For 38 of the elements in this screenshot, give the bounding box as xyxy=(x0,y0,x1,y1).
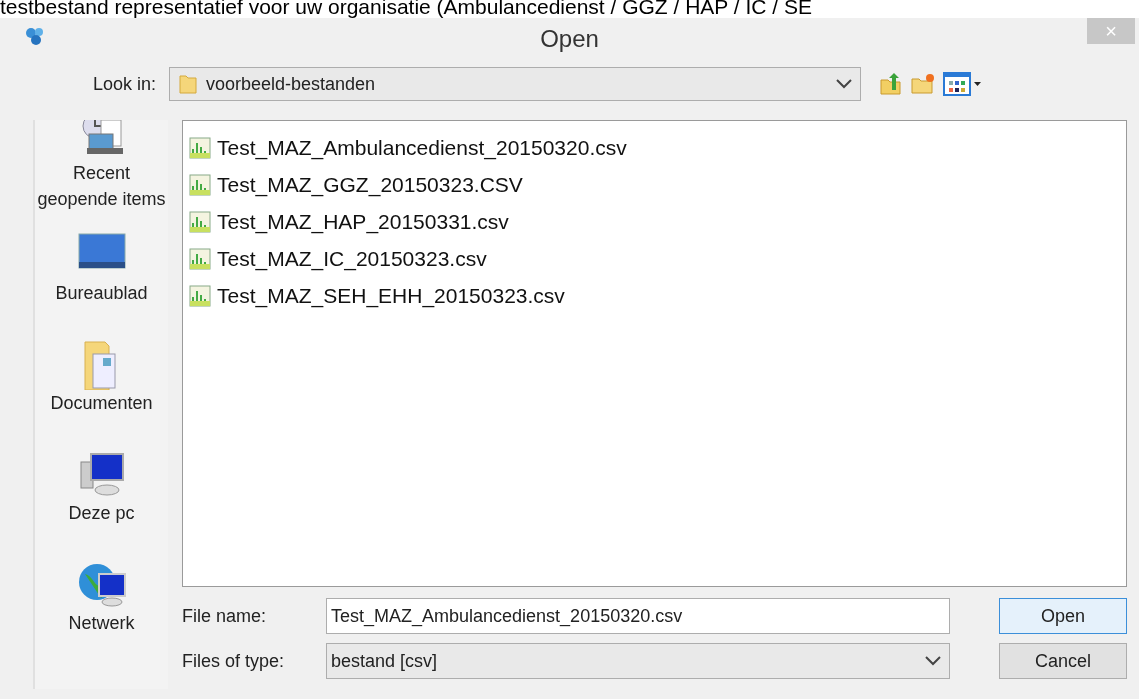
dialog-button[interactable]: Cancel xyxy=(999,643,1127,679)
place-item[interactable]: Bureaublad xyxy=(35,230,168,306)
look-in-value: voorbeeld-bestanden xyxy=(206,72,377,96)
file-name-label: File name: xyxy=(182,604,268,628)
app-logo-icon xyxy=(24,26,46,46)
place-label: Bureaublad xyxy=(55,282,148,305)
folder-icon xyxy=(178,73,198,95)
chevron-down-icon xyxy=(925,656,941,666)
csv-file-icon xyxy=(189,247,211,270)
place-item[interactable]: Documenten xyxy=(35,340,168,416)
place-label: Netwerk xyxy=(68,612,135,635)
files-of-type-label: Files of type: xyxy=(182,649,286,673)
place-label: Deze pc xyxy=(68,502,135,525)
new-folder-icon[interactable] xyxy=(911,73,935,95)
look-in-dropdown[interactable]: voorbeeld-bestanden xyxy=(169,67,861,101)
dialog-button[interactable]: Open xyxy=(999,598,1127,634)
look-in-label: Look in: xyxy=(91,72,157,96)
place-label: Documenten xyxy=(50,392,153,415)
csv-file-icon xyxy=(189,136,211,159)
file-item[interactable]: Test_MAZ_SEH_EHH_20150323.csv xyxy=(189,277,569,314)
chevron-down-icon xyxy=(836,79,852,89)
place-item[interactable]: Netwerk xyxy=(35,560,168,636)
place-item[interactable]: Recent geopende items xyxy=(35,120,168,212)
file-item[interactable]: Test_MAZ_GGZ_20150323.CSV xyxy=(189,166,527,203)
csv-file-icon xyxy=(189,210,211,233)
place-label: Recent geopende items xyxy=(36,162,167,211)
window-title: Open xyxy=(540,24,599,54)
file-item[interactable]: Test_MAZ_HAP_20150331.csv xyxy=(189,203,513,240)
folder-up-icon[interactable] xyxy=(879,72,903,96)
view-menu-icon[interactable] xyxy=(943,72,983,96)
csv-file-icon xyxy=(189,284,211,307)
files-of-type-value: bestand [csv] xyxy=(331,649,439,673)
files-of-type-dropdown[interactable]: bestand [csv] xyxy=(326,643,950,679)
file-item[interactable]: Test_MAZ_IC_20150323.csv xyxy=(189,240,491,277)
file-name-field[interactable]: Test_MAZ_Ambulancedienst_20150320.csv xyxy=(326,598,950,634)
csv-file-icon xyxy=(189,173,211,196)
place-item[interactable]: Deze pc xyxy=(35,450,168,526)
file-item[interactable]: Test_MAZ_Ambulancedienst_20150320.csv xyxy=(189,129,631,166)
